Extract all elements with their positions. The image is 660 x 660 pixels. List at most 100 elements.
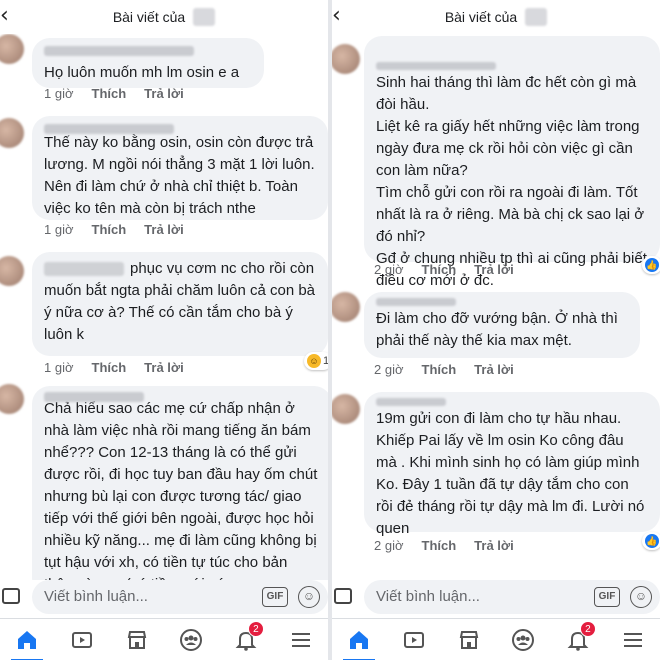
blurred-author xyxy=(44,262,124,277)
back-icon[interactable]: ‹ xyxy=(0,4,9,28)
reaction-summary[interactable]: 👍 xyxy=(642,532,660,550)
camera-icon[interactable] xyxy=(334,588,352,604)
comment-bubble: Đi làm cho đỡ vướng bận. Ở nhà thì phải … xyxy=(364,292,640,358)
emoji-icon[interactable]: ☺ xyxy=(298,586,320,608)
comment-bubble: Chả hiểu sao các mẹ cứ chấp nhận ở nhà l… xyxy=(32,386,328,596)
comment-meta: 1 giờ Thích Trả lời xyxy=(44,86,184,101)
camera-icon[interactable] xyxy=(2,588,20,604)
comment-time: 2 giờ xyxy=(374,262,404,277)
comment-author xyxy=(376,62,496,70)
gif-icon[interactable]: GIF xyxy=(594,587,620,607)
gif-icon[interactable]: GIF xyxy=(262,587,288,607)
tab-menu[interactable] xyxy=(281,624,321,656)
blurred-name xyxy=(525,8,548,26)
comment-composer: Viết bình luận... GIF ☺ xyxy=(332,580,660,616)
emoji-icon[interactable]: ☺ xyxy=(630,586,652,608)
like-link[interactable]: Thích xyxy=(92,360,127,375)
avatar[interactable] xyxy=(0,118,24,148)
groups-icon xyxy=(180,628,203,651)
left-screen: ‹ Bài viết của Họ luôn muốn mh lm osin e… xyxy=(0,0,328,660)
page-title: Bài viết của xyxy=(444,9,518,25)
like-link[interactable]: Thích xyxy=(92,86,127,101)
reply-link[interactable]: Trả lời xyxy=(144,222,184,237)
like-link[interactable]: Thích xyxy=(422,538,457,553)
reaction-summary[interactable]: ☺ 1 xyxy=(304,352,328,370)
comment-meta: 2 giờ Thích Trả lời xyxy=(374,538,514,553)
comment-meta: 1 giờ Thích Trả lời xyxy=(44,222,184,237)
avatar[interactable] xyxy=(332,44,360,74)
comment-text: Thế này ko bằng osin, osin còn được trả … xyxy=(44,134,315,217)
avatar[interactable] xyxy=(0,256,24,286)
comment-time: 1 giờ xyxy=(44,360,74,375)
like-link[interactable]: Thích xyxy=(422,262,457,277)
comment-bubble: Thế này ko bằng osin, osin còn được trả … xyxy=(32,116,328,220)
home-icon xyxy=(18,630,37,649)
reply-link[interactable]: Trả lời xyxy=(474,262,514,277)
haha-reaction-icon: ☺ xyxy=(307,354,321,368)
comment-text: Sinh hai tháng thì làm đc hết còn gì mà … xyxy=(376,74,647,289)
like-link[interactable]: Thích xyxy=(422,362,457,377)
right-screen: ‹ Bài viết của Sinh hai tháng thì làm đc… xyxy=(332,0,660,660)
home-icon xyxy=(350,630,369,649)
like-link[interactable]: Thích xyxy=(92,222,127,237)
menu-icon xyxy=(291,632,310,647)
comment-time: 1 giờ xyxy=(44,222,74,237)
comment-composer: Viết bình luận... GIF ☺ xyxy=(0,580,328,616)
comment-text: Chả hiểu sao các mẹ cứ chấp nhận ở nhà l… xyxy=(44,400,318,593)
avatar[interactable] xyxy=(332,292,360,322)
tab-menu[interactable] xyxy=(613,624,653,656)
reply-link[interactable]: Trả lời xyxy=(474,538,514,553)
watch-icon xyxy=(403,631,424,648)
comment-placeholder: Viết bình luận... xyxy=(376,588,480,605)
reply-link[interactable]: Trả lời xyxy=(474,362,514,377)
groups-icon xyxy=(512,628,535,651)
blurred-author xyxy=(376,298,456,306)
notification-badge: 2 xyxy=(579,620,596,637)
tab-home[interactable] xyxy=(7,624,47,660)
watch-icon xyxy=(71,631,92,648)
screenshot-collage: ‹ Bài viết của Họ luôn muốn mh lm osin e… xyxy=(0,0,660,660)
blurred-author xyxy=(44,124,174,134)
comment-placeholder: Viết bình luận... xyxy=(44,588,148,605)
blurred-name xyxy=(193,8,216,26)
comment-meta: 2 giờ Thích Trả lời xyxy=(374,362,514,377)
avatar[interactable] xyxy=(332,394,360,424)
reply-link[interactable]: Trả lời xyxy=(144,86,184,101)
comment-time: 2 giờ xyxy=(374,362,404,377)
comment-bubble: Sinh hai tháng thì làm đc hết còn gì mà … xyxy=(364,36,660,289)
tab-watch[interactable] xyxy=(62,624,102,656)
back-icon[interactable]: ‹ xyxy=(332,4,341,28)
tab-groups[interactable] xyxy=(503,624,543,656)
reaction-summary[interactable]: 👍 xyxy=(642,256,660,274)
blurred-author xyxy=(44,46,194,56)
comment-time: 2 giờ xyxy=(374,538,404,553)
comment-text: Họ luôn muốn mh lm osin e a xyxy=(44,64,240,81)
reply-link[interactable]: Trả lời xyxy=(144,360,184,375)
avatar[interactable] xyxy=(0,34,24,64)
tab-notifications[interactable]: 2 xyxy=(558,620,598,656)
bottom-nav: 2 xyxy=(0,618,328,660)
notification-badge: 2 xyxy=(247,620,264,637)
marketplace-icon xyxy=(127,630,146,649)
comment-text: 19m gửi con đi làm cho tự hầu nhau. Khiế… xyxy=(376,410,645,537)
menu-icon xyxy=(623,632,642,647)
blurred-author xyxy=(44,392,144,402)
comment-input[interactable]: Viết bình luận... GIF ☺ xyxy=(32,580,328,614)
tab-marketplace[interactable] xyxy=(449,624,489,656)
like-reaction-icon: 👍 xyxy=(645,258,659,272)
tab-notifications[interactable]: 2 xyxy=(226,620,266,656)
comment-text: Đi làm cho đỡ vướng bận. Ở nhà thì phải … xyxy=(376,310,618,349)
tab-groups[interactable] xyxy=(171,624,211,656)
marketplace-icon xyxy=(459,630,478,649)
bottom-nav: 2 xyxy=(332,618,660,660)
comment-meta: 1 giờ Thích Trả lời xyxy=(44,360,184,375)
comment-bubble: Họ luôn muốn mh lm osin e a xyxy=(32,38,264,88)
top-bar: ‹ Bài viết của xyxy=(0,0,328,34)
tab-marketplace[interactable] xyxy=(117,624,157,656)
blurred-author xyxy=(376,398,446,406)
tab-home[interactable] xyxy=(339,624,379,660)
avatar[interactable] xyxy=(0,384,24,414)
page-title: Bài viết của xyxy=(112,9,186,25)
comment-input[interactable]: Viết bình luận... GIF ☺ xyxy=(364,580,660,614)
tab-watch[interactable] xyxy=(394,624,434,656)
